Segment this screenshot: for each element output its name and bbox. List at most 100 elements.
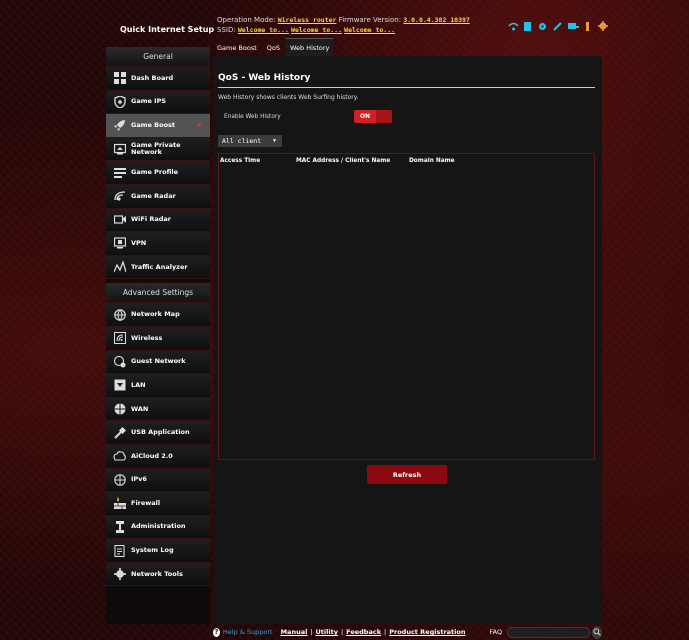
- refresh-button[interactable]: Refresh: [367, 465, 447, 484]
- traffic-icon: [113, 261, 126, 274]
- footer: ? Help & Support Manual | Utility | Feed…: [213, 624, 602, 640]
- quick-internet-setup-button[interactable]: Quick Internet Setup: [106, 14, 214, 44]
- sidebar-item-vpn[interactable]: VPN: [106, 232, 210, 256]
- sidebar-item-wan[interactable]: WAN: [106, 397, 210, 422]
- footer-link-product-registration[interactable]: Product Registration: [389, 628, 465, 636]
- sidebar-item-label: Game Radar: [131, 191, 176, 200]
- sidebar-item-usb-application[interactable]: USB Application: [106, 421, 210, 445]
- sidebar-item-label: USB Application: [131, 428, 190, 437]
- footer-link-manual[interactable]: Manual: [281, 628, 308, 636]
- footer-separator: |: [310, 628, 313, 636]
- sidebar-item-game-ips[interactable]: Game IPS: [106, 90, 210, 115]
- firmware-version-link[interactable]: 3.0.0.4.382_10397: [403, 16, 470, 24]
- radar-icon: [113, 190, 126, 203]
- enable-web-history-toggle[interactable]: ON: [354, 110, 392, 123]
- admin-icon: [113, 520, 126, 533]
- sidebar-item-label: VPN: [131, 238, 147, 247]
- log-icon: [113, 544, 126, 557]
- wifi-status-icon[interactable]: [508, 16, 519, 31]
- wifi-radar-icon: [113, 213, 126, 226]
- sidebar-item-ipv6[interactable]: IPv6: [106, 468, 210, 493]
- ipv6-icon: [113, 473, 126, 486]
- client-filter-select[interactable]: All client ▼: [218, 135, 282, 147]
- sidebar-item-label: IPv6: [131, 475, 147, 484]
- tab-web-history[interactable]: Web History: [286, 38, 334, 56]
- sidebar-item-lan[interactable]: LAN: [106, 374, 210, 398]
- tab-game-boost[interactable]: Game Boost: [213, 40, 261, 56]
- guest-icon: [113, 355, 126, 368]
- sidebar-item-administration[interactable]: Administration: [106, 515, 210, 540]
- globe-icon: [113, 308, 126, 321]
- gear-icon[interactable]: [598, 16, 608, 31]
- help-support-label: Help & Support: [222, 628, 273, 636]
- footer-separator: |: [384, 628, 387, 636]
- shield-icon: [113, 95, 126, 108]
- main-panel: QoS - Web History Web History shows clie…: [213, 56, 602, 624]
- sidebar-item-dash-board[interactable]: Dash Board: [106, 67, 210, 91]
- sidebar-item-game-radar[interactable]: Game Radar: [106, 184, 210, 209]
- toggle-on-label: ON: [354, 110, 376, 123]
- network-status-icon[interactable]: [568, 16, 579, 29]
- active-indicator-icon: ▶: [198, 122, 202, 129]
- vpn-icon: [113, 237, 126, 250]
- sidebar-item-guest-network[interactable]: Guest Network: [106, 350, 210, 375]
- faq-search-input[interactable]: [507, 626, 591, 638]
- sidebar-item-label: Wireless: [131, 333, 163, 342]
- ssid-link-1[interactable]: Welcome to...: [238, 26, 289, 34]
- title-divider: [218, 87, 595, 88]
- sidebar-item-label: Firewall: [131, 498, 161, 507]
- status-info: Operation Mode: Wireless router Firmware…: [217, 15, 470, 35]
- gear-status-icon[interactable]: [538, 16, 547, 30]
- sidebar-item-wifi-radar[interactable]: WiFi Radar: [106, 208, 210, 233]
- toggle-off-area: [376, 110, 392, 123]
- sidebar-item-game-boost[interactable]: Game Boost ▶: [106, 114, 210, 138]
- sidebar-item-label: AiCloud 2.0: [131, 451, 173, 460]
- sidebar-item-label: LAN: [131, 380, 146, 389]
- sidebar-item-network-map[interactable]: Network Map: [106, 303, 210, 327]
- sidebar-item-game-private-network[interactable]: Game Private Network: [106, 137, 210, 162]
- sidebar-item-label: Game Profile: [131, 168, 179, 177]
- ssid-label: SSID:: [217, 26, 236, 34]
- tab-bar: Game Boost QoS Web History: [213, 38, 334, 56]
- sidebar-item-firewall[interactable]: Firewall: [106, 492, 210, 516]
- footer-link-utility[interactable]: Utility: [316, 628, 338, 636]
- tab-qos[interactable]: QoS: [263, 40, 284, 56]
- ssid-link-2[interactable]: Welcome to...: [291, 26, 342, 34]
- rocket-icon: [113, 119, 126, 132]
- sidebar-item-label: Guest Network: [131, 357, 186, 366]
- help-icon: ?: [213, 627, 220, 637]
- page-description: Web History shows clients Web Surfing hi…: [218, 94, 359, 101]
- usb-status-icon[interactable]: [553, 16, 562, 31]
- sidebar-item-label: Game Private Network: [131, 141, 181, 157]
- sidebar-item-system-log[interactable]: System Log: [106, 539, 210, 563]
- client-filter-value: All client: [222, 137, 262, 145]
- sidebar-item-aicloud[interactable]: AiCloud 2.0: [106, 444, 210, 469]
- sidebar-section-advanced: Advanced Settings: [106, 283, 210, 304]
- sidebar-item-label: Network Map: [131, 310, 180, 319]
- sidebar-item-label: WAN: [131, 404, 149, 413]
- footer-link-feedback[interactable]: Feedback: [346, 628, 381, 636]
- dashboard-icon: [113, 72, 126, 85]
- client-status-icon[interactable]: [523, 16, 532, 31]
- chevron-down-icon: ▼: [272, 138, 276, 144]
- printer-status-icon[interactable]: [583, 16, 592, 31]
- firewall-icon: [113, 497, 126, 510]
- sidebar-item-label: Traffic Analyzer: [131, 262, 188, 271]
- sidebar-item-wireless[interactable]: Wireless: [106, 326, 210, 351]
- sidebar-item-label: Administration: [131, 522, 186, 531]
- usb-icon: [113, 426, 126, 439]
- sidebar-item-traffic-analyzer[interactable]: Traffic Analyzer: [106, 255, 210, 280]
- quick-internet-setup-label: Quick Internet Setup: [120, 24, 215, 34]
- lan-icon: [113, 379, 126, 392]
- sidebar-item-label: Network Tools: [131, 569, 183, 578]
- sidebar-item-network-tools[interactable]: Network Tools: [106, 562, 210, 587]
- search-icon[interactable]: [592, 625, 602, 639]
- operation-mode-label: Operation Mode:: [217, 16, 276, 24]
- operation-mode-link[interactable]: Wireless router: [278, 16, 337, 24]
- sidebar-item-label: System Log: [131, 546, 174, 555]
- column-header-access-time: Access Time: [220, 158, 261, 164]
- enable-web-history-label: Enable Web History: [224, 114, 281, 120]
- sidebar-item-game-profile[interactable]: Game Profile: [106, 161, 210, 185]
- web-history-table[interactable]: Access Time MAC Address / Client's Name …: [218, 153, 595, 460]
- ssid-link-3[interactable]: Welcome to...: [344, 26, 395, 34]
